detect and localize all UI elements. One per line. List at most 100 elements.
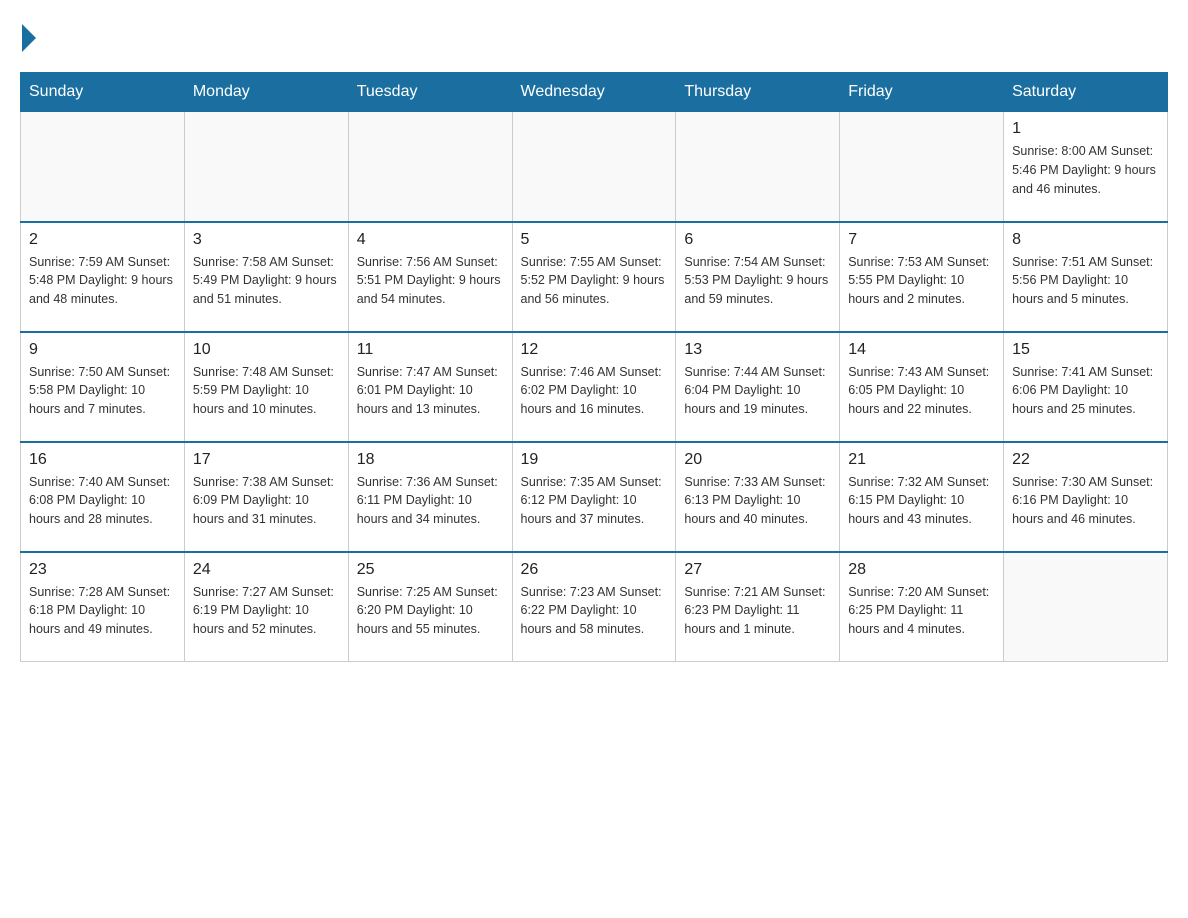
day-info: Sunrise: 7:51 AM Sunset: 5:56 PM Dayligh…: [1012, 253, 1159, 309]
calendar-cell: 5 Sunrise: 7:55 AM Sunset: 5:52 PM Daylig…: [512, 222, 676, 332]
calendar-cell: [184, 112, 348, 222]
day-number: 22: [1012, 451, 1159, 469]
weekday-header-wednesday: Wednesday: [512, 73, 676, 112]
day-number: 27: [684, 561, 831, 579]
weekday-header-tuesday: Tuesday: [348, 73, 512, 112]
day-number: 20: [684, 451, 831, 469]
day-info: Sunrise: 7:20 AM Sunset: 6:25 PM Dayligh…: [848, 583, 995, 639]
calendar-cell: 20Sunrise: 7:33 AM Sunset: 6:13 PM Dayli…: [676, 442, 840, 552]
calendar-cell: 9Sunrise: 7:50 AM Sunset: 5:58 PM Daylig…: [21, 332, 185, 442]
day-number: 17: [193, 451, 340, 469]
day-number: 28: [848, 561, 995, 579]
calendar-week-5: 23 Sunrise: 7:28 AM Sunset: 6:18 PM Dayli…: [21, 552, 1168, 662]
weekday-header-saturday: Saturday: [1004, 73, 1168, 112]
calendar-cell: 10 Sunrise: 7:48 AM Sunset: 5:59 PM Dayli…: [184, 332, 348, 442]
calendar-cell: 27 Sunrise: 7:21 AM Sunset: 6:23 PM Dayli…: [676, 552, 840, 662]
calendar-cell: 6 Sunrise: 7:54 AM Sunset: 5:53 PM Daylig…: [676, 222, 840, 332]
calendar-cell: [348, 112, 512, 222]
day-number: 26: [521, 561, 668, 579]
calendar-cell: 14 Sunrise: 7:43 AM Sunset: 6:05 PM Dayli…: [840, 332, 1004, 442]
calendar-table: SundayMondayTuesdayWednesdayThursdayFrid…: [20, 72, 1168, 662]
calendar-cell: 25 Sunrise: 7:25 AM Sunset: 6:20 PM Dayli…: [348, 552, 512, 662]
day-number: 9: [29, 341, 176, 359]
calendar-cell: [512, 112, 676, 222]
calendar-week-4: 16 Sunrise: 7:40 AM Sunset: 6:08 PM Dayli…: [21, 442, 1168, 552]
day-number: 25: [357, 561, 504, 579]
calendar-week-3: 9Sunrise: 7:50 AM Sunset: 5:58 PM Daylig…: [21, 332, 1168, 442]
day-info: Sunrise: 7:58 AM Sunset: 5:49 PM Dayligh…: [193, 253, 340, 309]
calendar-cell: 3 Sunrise: 7:58 AM Sunset: 5:49 PM Daylig…: [184, 222, 348, 332]
day-info: Sunrise: 7:32 AM Sunset: 6:15 PM Dayligh…: [848, 473, 995, 529]
day-number: 18: [357, 451, 504, 469]
calendar-cell: [21, 112, 185, 222]
calendar-cell: 19 Sunrise: 7:35 AM Sunset: 6:12 PM Dayli…: [512, 442, 676, 552]
calendar-cell: 24Sunrise: 7:27 AM Sunset: 6:19 PM Dayli…: [184, 552, 348, 662]
day-number: 2: [29, 231, 176, 249]
page-header: [20, 20, 1168, 52]
calendar-cell: 16 Sunrise: 7:40 AM Sunset: 6:08 PM Dayli…: [21, 442, 185, 552]
day-number: 10: [193, 341, 340, 359]
day-info: Sunrise: 7:44 AM Sunset: 6:04 PM Dayligh…: [684, 363, 831, 419]
weekday-header-friday: Friday: [840, 73, 1004, 112]
day-info: Sunrise: 7:25 AM Sunset: 6:20 PM Dayligh…: [357, 583, 504, 639]
day-number: 24: [193, 561, 340, 579]
day-number: 12: [521, 341, 668, 359]
calendar-cell: 13 Sunrise: 7:44 AM Sunset: 6:04 PM Dayli…: [676, 332, 840, 442]
weekday-header-monday: Monday: [184, 73, 348, 112]
day-number: 5: [521, 231, 668, 249]
day-info: Sunrise: 7:35 AM Sunset: 6:12 PM Dayligh…: [521, 473, 668, 529]
day-number: 11: [357, 341, 504, 359]
day-info: Sunrise: 7:54 AM Sunset: 5:53 PM Dayligh…: [684, 253, 831, 309]
logo-arrow-icon: [22, 24, 36, 52]
day-info: Sunrise: 8:00 AM Sunset: 5:46 PM Dayligh…: [1012, 142, 1159, 198]
day-number: 3: [193, 231, 340, 249]
day-info: Sunrise: 7:46 AM Sunset: 6:02 PM Dayligh…: [521, 363, 668, 419]
calendar-cell: 11 Sunrise: 7:47 AM Sunset: 6:01 PM Dayli…: [348, 332, 512, 442]
day-info: Sunrise: 7:48 AM Sunset: 5:59 PM Dayligh…: [193, 363, 340, 419]
weekday-header-row: SundayMondayTuesdayWednesdayThursdayFrid…: [21, 73, 1168, 112]
calendar-cell: 7 Sunrise: 7:53 AM Sunset: 5:55 PM Daylig…: [840, 222, 1004, 332]
calendar-cell: 21 Sunrise: 7:32 AM Sunset: 6:15 PM Dayli…: [840, 442, 1004, 552]
day-info: Sunrise: 7:38 AM Sunset: 6:09 PM Dayligh…: [193, 473, 340, 529]
calendar-cell: 22 Sunrise: 7:30 AM Sunset: 6:16 PM Dayli…: [1004, 442, 1168, 552]
calendar-cell: 8 Sunrise: 7:51 AM Sunset: 5:56 PM Daylig…: [1004, 222, 1168, 332]
day-info: Sunrise: 7:47 AM Sunset: 6:01 PM Dayligh…: [357, 363, 504, 419]
calendar-cell: [676, 112, 840, 222]
calendar-cell: [840, 112, 1004, 222]
calendar-cell: 1Sunrise: 8:00 AM Sunset: 5:46 PM Daylig…: [1004, 112, 1168, 222]
day-number: 16: [29, 451, 176, 469]
day-number: 8: [1012, 231, 1159, 249]
day-number: 7: [848, 231, 995, 249]
weekday-header-thursday: Thursday: [676, 73, 840, 112]
day-number: 21: [848, 451, 995, 469]
day-info: Sunrise: 7:30 AM Sunset: 6:16 PM Dayligh…: [1012, 473, 1159, 529]
day-number: 15: [1012, 341, 1159, 359]
calendar-cell: [1004, 552, 1168, 662]
day-info: Sunrise: 7:28 AM Sunset: 6:18 PM Dayligh…: [29, 583, 176, 639]
day-number: 23: [29, 561, 176, 579]
calendar-cell: 12 Sunrise: 7:46 AM Sunset: 6:02 PM Dayli…: [512, 332, 676, 442]
calendar-cell: 17 Sunrise: 7:38 AM Sunset: 6:09 PM Dayli…: [184, 442, 348, 552]
calendar-cell: 4Sunrise: 7:56 AM Sunset: 5:51 PM Daylig…: [348, 222, 512, 332]
day-info: Sunrise: 7:36 AM Sunset: 6:11 PM Dayligh…: [357, 473, 504, 529]
day-info: Sunrise: 7:40 AM Sunset: 6:08 PM Dayligh…: [29, 473, 176, 529]
day-number: 19: [521, 451, 668, 469]
calendar-cell: 2 Sunrise: 7:59 AM Sunset: 5:48 PM Daylig…: [21, 222, 185, 332]
day-number: 14: [848, 341, 995, 359]
day-info: Sunrise: 7:43 AM Sunset: 6:05 PM Dayligh…: [848, 363, 995, 419]
day-number: 4: [357, 231, 504, 249]
day-info: Sunrise: 7:41 AM Sunset: 6:06 PM Dayligh…: [1012, 363, 1159, 419]
calendar-cell: 18 Sunrise: 7:36 AM Sunset: 6:11 PM Dayli…: [348, 442, 512, 552]
day-number: 13: [684, 341, 831, 359]
calendar-cell: 15 Sunrise: 7:41 AM Sunset: 6:06 PM Dayli…: [1004, 332, 1168, 442]
calendar-week-1: 1Sunrise: 8:00 AM Sunset: 5:46 PM Daylig…: [21, 112, 1168, 222]
day-info: Sunrise: 7:55 AM Sunset: 5:52 PM Dayligh…: [521, 253, 668, 309]
calendar-week-2: 2 Sunrise: 7:59 AM Sunset: 5:48 PM Daylig…: [21, 222, 1168, 332]
day-info: Sunrise: 7:59 AM Sunset: 5:48 PM Dayligh…: [29, 253, 176, 309]
calendar-cell: 28 Sunrise: 7:20 AM Sunset: 6:25 PM Dayli…: [840, 552, 1004, 662]
day-number: 6: [684, 231, 831, 249]
calendar-cell: 23 Sunrise: 7:28 AM Sunset: 6:18 PM Dayli…: [21, 552, 185, 662]
day-info: Sunrise: 7:23 AM Sunset: 6:22 PM Dayligh…: [521, 583, 668, 639]
day-info: Sunrise: 7:53 AM Sunset: 5:55 PM Dayligh…: [848, 253, 995, 309]
day-info: Sunrise: 7:21 AM Sunset: 6:23 PM Dayligh…: [684, 583, 831, 639]
